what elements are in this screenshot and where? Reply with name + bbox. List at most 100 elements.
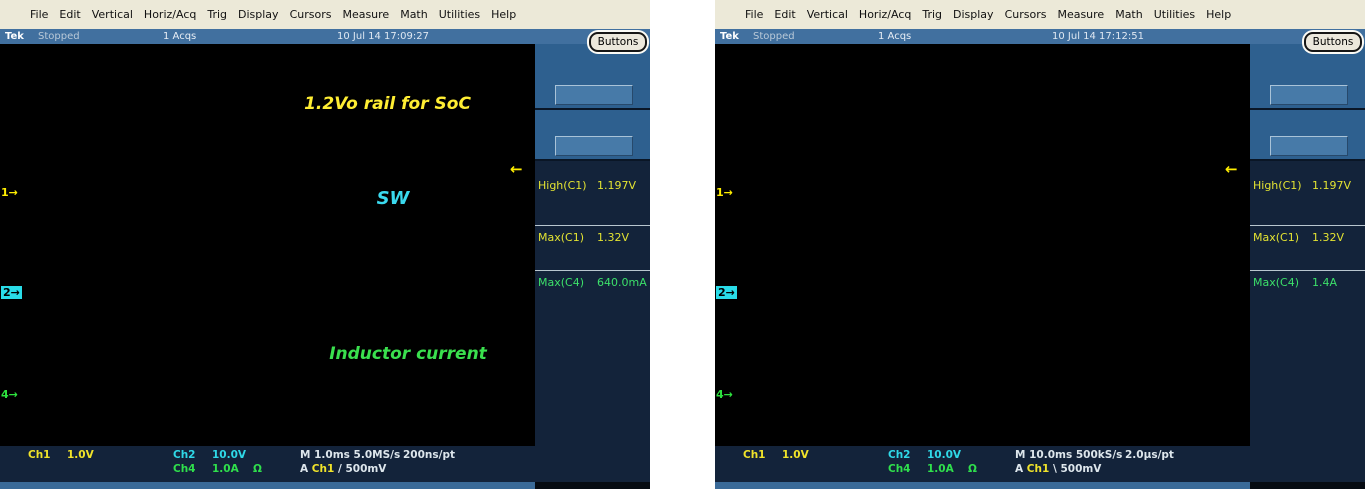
annotation-inductor-current: Inductor current <box>318 344 498 364</box>
measurement-list: High(C1) 1.197V Max(C1) 1.32V Max(C4) 64… <box>535 161 650 310</box>
panel-bottom-frame <box>535 482 650 489</box>
channel-readout-bar: Ch1 1.0V Ch2 10.0V M 10.0ms 500kS/s 2.0µ… <box>715 446 1250 482</box>
menu-edit[interactable]: Edit <box>59 8 80 21</box>
buttons-button[interactable]: Buttons <box>589 32 647 52</box>
readout-section-1 <box>535 44 650 110</box>
oscilloscope-window-left: File Edit Vertical Horiz/Acq Trig Displa… <box>0 0 650 489</box>
ch1-scale[interactable]: 1.0V <box>782 449 809 461</box>
trigger-source: Ch1 <box>1027 463 1050 475</box>
waveform-plot <box>715 58 1250 446</box>
buttons-button[interactable]: Buttons <box>1304 32 1362 52</box>
resolution-readout: 2.0µs/pt <box>1125 449 1174 461</box>
menu-trig[interactable]: Trig <box>922 8 942 21</box>
measurement-label: Max(C1) <box>1253 231 1299 244</box>
timebase-readout: M 10.0ms 500kS/s <box>1015 449 1122 461</box>
channel2-position-marker[interactable]: 2→ <box>1 286 22 299</box>
panel-bottom-frame <box>1250 482 1365 489</box>
measurement-label: High(C1) <box>1253 179 1302 192</box>
ch2-scale[interactable]: 10.0V <box>927 449 961 461</box>
status-bar: Tek Stopped 1 Acqs 10 Jul 14 17:12:51 <box>715 29 1365 44</box>
acquisition-preview-ruler[interactable] <box>0 44 535 58</box>
ch2-label[interactable]: Ch2 <box>173 449 196 461</box>
menu-math[interactable]: Math <box>400 8 428 21</box>
trigger-level: 500mV <box>345 463 386 475</box>
menu-cursors[interactable]: Cursors <box>290 8 332 21</box>
channel-readout-bar: Ch1 1.0V Ch2 10.0V M 1.0ms 5.0MS/s 200ns… <box>0 446 535 482</box>
trigger-level-arrow-icon: ← <box>510 160 523 178</box>
measurement-value: 1.32V <box>1312 231 1344 244</box>
trigger-source: Ch1 <box>312 463 335 475</box>
measurement-label: Max(C4) <box>1253 276 1299 289</box>
menu-edit[interactable]: Edit <box>774 8 795 21</box>
menu-horiz-acq[interactable]: Horiz/Acq <box>144 8 196 21</box>
readout-section-1 <box>1250 44 1365 110</box>
trigger-slope-icon: \ <box>1053 463 1057 475</box>
menu-file[interactable]: File <box>30 8 48 21</box>
waveform-plot <box>0 58 535 446</box>
menu-help[interactable]: Help <box>1206 8 1231 21</box>
trigger-readout: A Ch1 / 500mV <box>300 463 386 475</box>
readout-box-1[interactable] <box>555 85 633 105</box>
brand-label: Tek <box>5 29 24 44</box>
menu-vertical[interactable]: Vertical <box>807 8 848 21</box>
timestamp: 10 Jul 14 17:09:27 <box>337 29 429 44</box>
menu-measure[interactable]: Measure <box>1057 8 1104 21</box>
ch4-coupling: Ω <box>968 463 977 475</box>
readout-section-2 <box>1250 110 1365 161</box>
oscilloscope-window-right: File Edit Vertical Horiz/Acq Trig Displa… <box>715 0 1365 489</box>
status-bar: Tek Stopped 1 Acqs 10 Jul 14 17:09:27 <box>0 29 650 44</box>
measurement-value: 1.197V <box>1312 179 1351 192</box>
measurement-label: High(C1) <box>538 179 587 192</box>
ch4-scale[interactable]: 1.0A <box>927 463 954 475</box>
waveform-display[interactable]: 1→ 2→ 4→ ← <box>715 58 1250 446</box>
measurement-max-c4: Max(C4) 640.0mA <box>535 270 650 310</box>
readout-box-2[interactable] <box>555 136 633 156</box>
menu-display[interactable]: Display <box>238 8 279 21</box>
timestamp: 10 Jul 14 17:12:51 <box>1052 29 1144 44</box>
menu-utilities[interactable]: Utilities <box>1154 8 1195 21</box>
ch4-scale[interactable]: 1.0A <box>212 463 239 475</box>
menu-help[interactable]: Help <box>491 8 516 21</box>
menu-horiz-acq[interactable]: Horiz/Acq <box>859 8 911 21</box>
ch1-scale[interactable]: 1.0V <box>67 449 94 461</box>
menu-display[interactable]: Display <box>953 8 994 21</box>
channel4-position-marker[interactable]: 4→ <box>1 388 18 401</box>
measurement-value: 1.32V <box>597 231 629 244</box>
acquisition-count: 1 Acqs <box>163 29 196 44</box>
waveform-display[interactable]: 1→ 2→ 4→ ← 1.2Vo rail for SoC SW Inducto… <box>0 58 535 446</box>
side-panel: High(C1) 1.197V Max(C1) 1.32V Max(C4) 64… <box>535 44 650 489</box>
menu-trig[interactable]: Trig <box>207 8 227 21</box>
measurement-max-c4: Max(C4) 1.4A <box>1250 270 1365 310</box>
ch2-label[interactable]: Ch2 <box>888 449 911 461</box>
channel4-position-marker[interactable]: 4→ <box>716 388 733 401</box>
ruler-ticks <box>715 44 1250 58</box>
menu-math[interactable]: Math <box>1115 8 1143 21</box>
acquisition-preview-ruler[interactable] <box>715 44 1250 58</box>
ch4-label[interactable]: Ch4 <box>888 463 911 475</box>
channel1-position-marker[interactable]: 1→ <box>1 186 18 199</box>
readout-box-1[interactable] <box>1270 85 1348 105</box>
menu-utilities[interactable]: Utilities <box>439 8 480 21</box>
ch4-coupling: Ω <box>253 463 262 475</box>
screen-bottom-frame <box>0 482 535 489</box>
measurement-high-c1: High(C1) 1.197V <box>535 161 650 225</box>
measurement-label: Max(C1) <box>538 231 584 244</box>
channel2-position-marker[interactable]: 2→ <box>716 286 737 299</box>
side-panel: High(C1) 1.197V Max(C1) 1.32V Max(C4) 1.… <box>1250 44 1365 489</box>
ch1-label[interactable]: Ch1 <box>743 449 766 461</box>
menu-vertical[interactable]: Vertical <box>92 8 133 21</box>
menu-file[interactable]: File <box>745 8 763 21</box>
menu-cursors[interactable]: Cursors <box>1005 8 1047 21</box>
ch1-label[interactable]: Ch1 <box>28 449 51 461</box>
ch2-scale[interactable]: 10.0V <box>212 449 246 461</box>
ch4-label[interactable]: Ch4 <box>173 463 196 475</box>
menu-bar: File Edit Vertical Horiz/Acq Trig Displa… <box>0 0 650 29</box>
ruler-ticks <box>0 44 535 58</box>
menu-bar: File Edit Vertical Horiz/Acq Trig Displa… <box>715 0 1365 29</box>
acquisition-count: 1 Acqs <box>878 29 911 44</box>
measurement-high-c1: High(C1) 1.197V <box>1250 161 1365 225</box>
screen-bottom-frame <box>715 482 1250 489</box>
channel1-position-marker[interactable]: 1→ <box>716 186 733 199</box>
readout-box-2[interactable] <box>1270 136 1348 156</box>
menu-measure[interactable]: Measure <box>342 8 389 21</box>
